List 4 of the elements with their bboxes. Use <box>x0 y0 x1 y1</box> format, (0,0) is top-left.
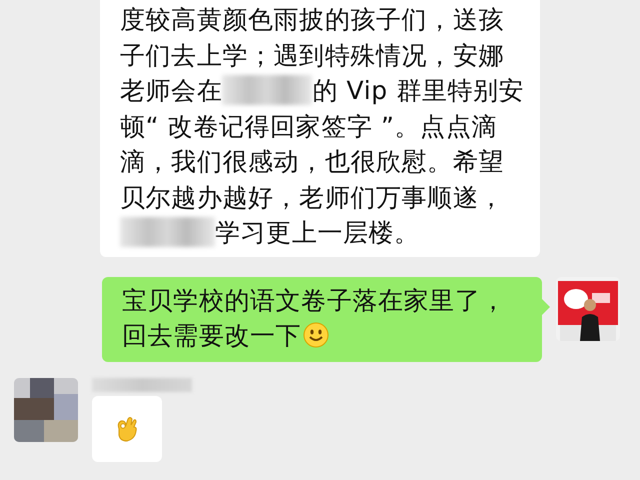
message-text: 度较高黄颜色雨披的孩子们，送孩 子们去上学；遇到特殊情况，安娜 老师会在 的 Vip 群里特别安 顿“ 改卷记得回家签字 ”。点点滴 滴，我们很感动，也很欣慰。希望 贝尔越办越好，老师们万事顺遂， 学习更上一层楼。 <box>120 4 526 249</box>
message-text: 宝贝学校的语文卷子落在家里了， 回去需要改一下 <box>122 284 507 352</box>
smiley-icon <box>303 322 330 348</box>
ok-hand-icon <box>115 414 139 442</box>
